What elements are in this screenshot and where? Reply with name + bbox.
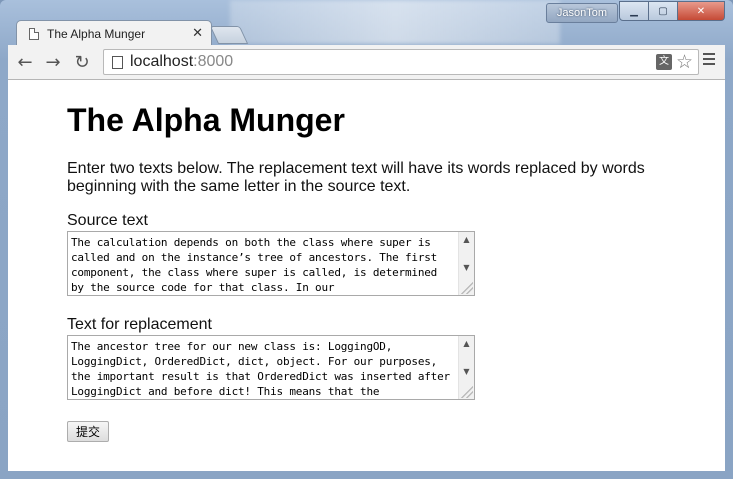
page-icon	[112, 56, 123, 69]
browser-toolbar: ← → ↻ localhost:8000 文 ☆	[8, 45, 725, 80]
resize-grip-icon[interactable]	[461, 282, 473, 294]
user-badge[interactable]: JasonTom	[546, 3, 618, 23]
window-controls: ▁ ▢ ✕	[619, 1, 725, 21]
source-textarea[interactable]: The calculation depends on both the clas…	[67, 231, 475, 296]
source-text-label: Source text	[67, 212, 148, 229]
close-window-button[interactable]: ✕	[678, 1, 725, 21]
translate-icon[interactable]: 文	[656, 54, 672, 70]
intro-text: Enter two texts below. The replacement t…	[67, 160, 645, 195]
maximize-button[interactable]: ▢	[649, 1, 678, 21]
source-text-value: The calculation depends on both the clas…	[71, 236, 444, 294]
page-content: The Alpha Munger Enter two texts below. …	[8, 80, 725, 471]
scroll-down-icon[interactable]: ▼	[459, 366, 474, 378]
page-title: The Alpha Munger	[67, 102, 345, 138]
replacement-text-label: Text for replacement	[67, 316, 212, 333]
scroll-down-icon[interactable]: ▼	[459, 262, 474, 274]
tab-title: The Alpha Munger	[47, 26, 146, 41]
resize-grip-icon[interactable]	[461, 386, 473, 398]
url-text: localhost:8000	[130, 53, 234, 70]
address-bar[interactable]: localhost:8000 文 ☆	[103, 49, 699, 75]
scroll-up-icon[interactable]: ▲	[459, 234, 474, 246]
bookmark-star-icon[interactable]: ☆	[676, 51, 693, 73]
browser-tab[interactable]: The Alpha Munger ✕	[16, 20, 212, 46]
reload-icon[interactable]: ↻	[71, 51, 93, 73]
window-bottom-border	[0, 471, 733, 479]
scroll-up-icon[interactable]: ▲	[459, 338, 474, 350]
background-window-blur	[230, 0, 560, 44]
forward-arrow-icon[interactable]: →	[42, 51, 64, 73]
back-arrow-icon[interactable]: ←	[14, 51, 36, 73]
page-icon	[29, 27, 39, 40]
minimize-button[interactable]: ▁	[619, 1, 649, 21]
replacement-textarea[interactable]: The ancestor tree for our new class is: …	[67, 335, 475, 400]
tab-close-icon[interactable]: ✕	[192, 26, 203, 41]
submit-button[interactable]: 提交	[67, 421, 109, 442]
replacement-text-value: The ancestor tree for our new class is: …	[71, 340, 457, 398]
menu-icon[interactable]	[703, 53, 715, 65]
